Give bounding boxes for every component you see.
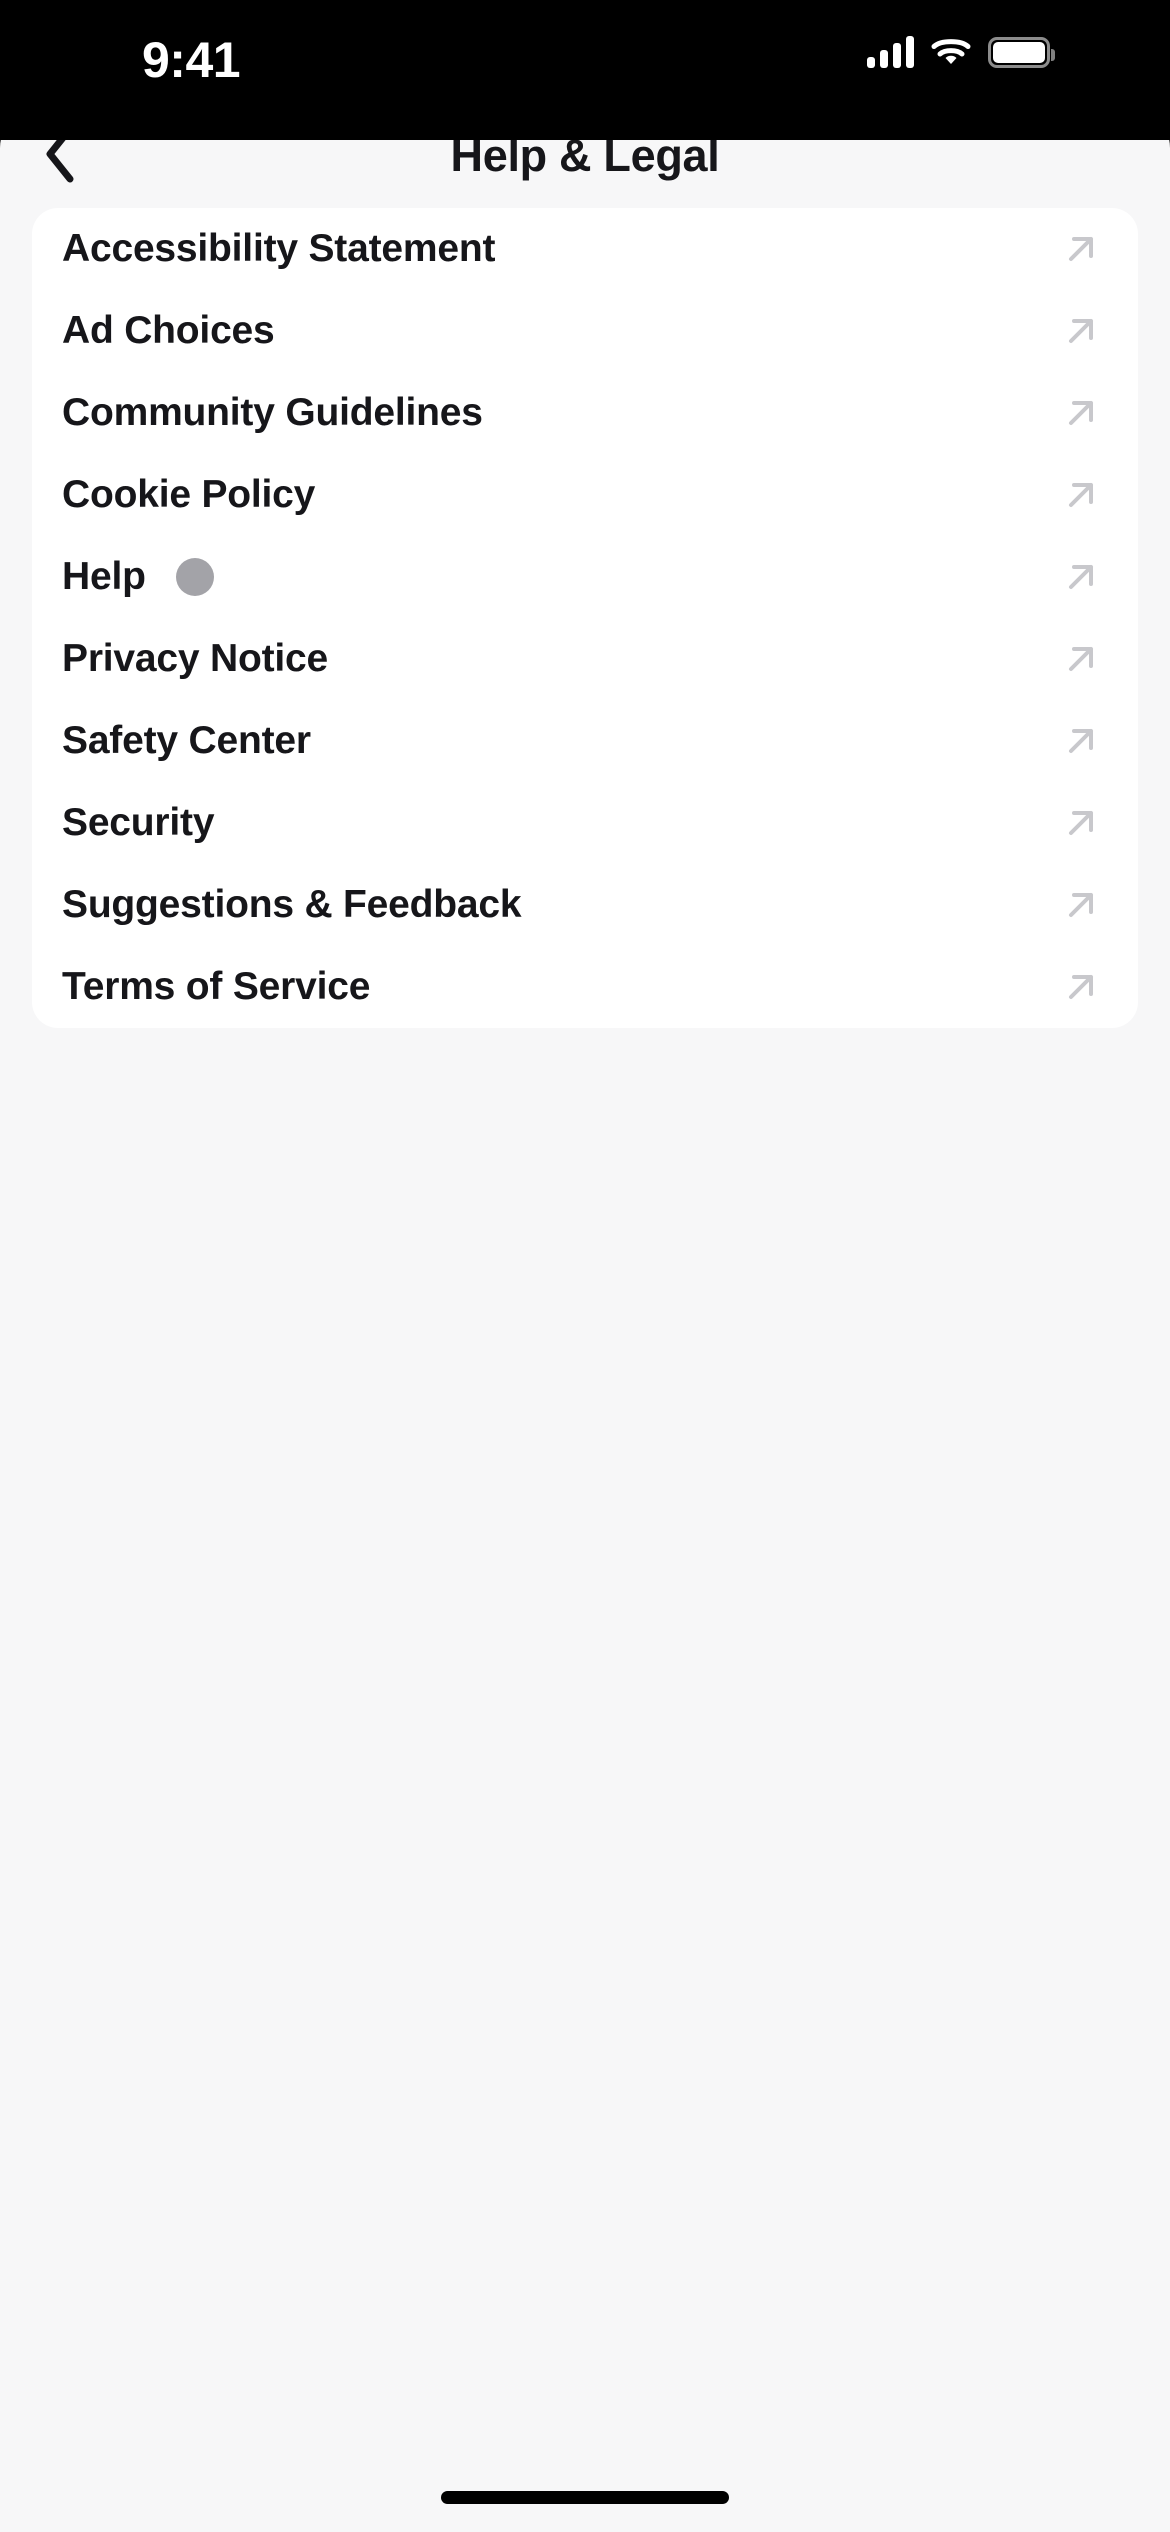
list-item-label: Help (62, 555, 146, 598)
wifi-icon (931, 37, 971, 67)
external-link-icon (1058, 390, 1104, 436)
external-link-icon (1058, 882, 1104, 928)
status-bar-indicators (867, 36, 1055, 68)
list-item-community-guidelines[interactable]: Community Guidelines (32, 372, 1138, 454)
battery-icon (988, 36, 1055, 68)
help-legal-list: Accessibility Statement Ad Choices Commu… (32, 208, 1138, 1028)
list-item-cookie-policy[interactable]: Cookie Policy (32, 454, 1138, 536)
external-link-icon (1058, 226, 1104, 272)
list-item-terms-of-service[interactable]: Terms of Service (32, 946, 1138, 1028)
list-item-label: Security (62, 801, 215, 844)
external-link-icon (1058, 718, 1104, 764)
home-indicator[interactable] (441, 2491, 729, 2504)
modal-sheet: Help & Legal Accessibility Statement Ad … (0, 104, 1170, 2532)
external-link-icon (1058, 800, 1104, 846)
list-item-security[interactable]: Security (32, 782, 1138, 864)
list-item-label: Accessibility Statement (62, 227, 496, 270)
external-link-icon (1058, 636, 1104, 682)
list-item-label: Ad Choices (62, 309, 275, 352)
list-item-suggestions-feedback[interactable]: Suggestions & Feedback (32, 864, 1138, 946)
list-item-label: Cookie Policy (62, 473, 316, 516)
list-item-label: Community Guidelines (62, 391, 483, 434)
list-item-ad-choices[interactable]: Ad Choices (32, 290, 1138, 372)
external-link-icon (1058, 308, 1104, 354)
loading-placeholder-circle (175, 558, 214, 596)
list-item-privacy-notice[interactable]: Privacy Notice (32, 618, 1138, 700)
external-link-icon (1058, 472, 1104, 518)
list-item-accessibility-statement[interactable]: Accessibility Statement (32, 208, 1138, 290)
list-item-label: Safety Center (62, 719, 311, 762)
list-item-label: Terms of Service (62, 965, 371, 1008)
phone-screen: 9:41 Help & Legal Accessibility Statemen… (0, 0, 1170, 2532)
external-link-icon (1058, 964, 1104, 1010)
list-item-label: Privacy Notice (62, 637, 329, 680)
external-link-icon (1058, 554, 1104, 600)
list-item-safety-center[interactable]: Safety Center (32, 700, 1138, 782)
status-bar-time: 9:41 (142, 32, 241, 88)
list-item-help[interactable]: Help (32, 536, 1138, 618)
list-item-label: Suggestions & Feedback (62, 883, 522, 926)
cellular-signal-icon (867, 36, 914, 68)
status-bar: 9:41 (0, 0, 1170, 140)
